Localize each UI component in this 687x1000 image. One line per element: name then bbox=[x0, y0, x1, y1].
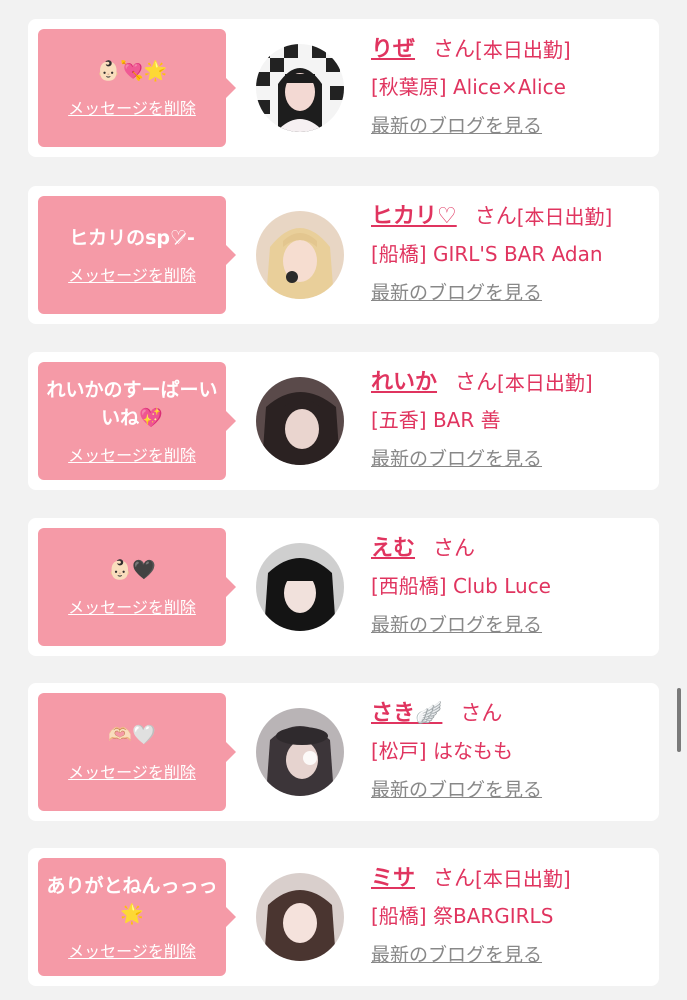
message-text: 🫶🏻🤍 bbox=[108, 724, 156, 746]
avatar[interactable] bbox=[256, 873, 344, 961]
cast-name-link[interactable]: えむ bbox=[371, 530, 415, 562]
working-today-badge: [本日出勤] bbox=[497, 371, 593, 395]
shop-label: [船橋] 祭BARGIRLS bbox=[371, 904, 554, 928]
message-card: ありがとねんっっっ🌟 メッセージを削除 ミサ さん [本日出勤] [船橋] 祭B… bbox=[28, 848, 659, 986]
avatar[interactable] bbox=[256, 377, 344, 465]
message-bubble: 👶🏻💘🌟 メッセージを削除 bbox=[38, 29, 226, 147]
message-bubble: れいかのすーぱーいいね💖 メッセージを削除 bbox=[38, 362, 226, 480]
message-card: 👶🏻💘🌟 メッセージを削除 りぜ さん [本日出勤] [秋葉原] Alice×A… bbox=[28, 19, 659, 157]
cast-name-link[interactable]: ミサ bbox=[371, 860, 415, 892]
scrollbar[interactable] bbox=[677, 688, 681, 752]
cast-info: さき🪽 さん [松戸] はなもも 最新のブログを見る bbox=[371, 693, 651, 802]
message-bubble: 👶🏻🖤 メッセージを削除 bbox=[38, 528, 226, 646]
shop-label: [西船橋] Club Luce bbox=[371, 574, 551, 598]
avatar[interactable] bbox=[256, 543, 344, 631]
shop-label: [五香] BAR 善 bbox=[371, 408, 501, 432]
delete-message-link[interactable]: メッセージを削除 bbox=[68, 594, 196, 618]
cast-name-link[interactable]: れいか bbox=[371, 364, 437, 396]
shop-label: [秋葉原] Alice×Alice bbox=[371, 75, 566, 99]
message-bubble: ありがとねんっっっ🌟 メッセージを削除 bbox=[38, 858, 226, 976]
cast-info: えむ さん [西船橋] Club Luce 最新のブログを見る bbox=[371, 528, 651, 637]
cast-info: れいか さん [本日出勤] [五香] BAR 善 最新のブログを見る bbox=[371, 362, 651, 471]
working-today-badge: [本日出勤] bbox=[516, 205, 613, 229]
avatar[interactable] bbox=[256, 211, 344, 299]
message-text: ヒカリのsp♡̷- bbox=[69, 227, 195, 249]
latest-blog-link[interactable]: 最新のブログを見る bbox=[371, 111, 542, 138]
cast-name-link[interactable]: さき🪽 bbox=[371, 695, 442, 727]
latest-blog-link[interactable]: 最新のブログを見る bbox=[371, 610, 542, 637]
message-text: ありがとねんっっっ🌟 bbox=[46, 875, 218, 925]
honorific: さん bbox=[433, 536, 476, 560]
shop-label: [船橋] GIRL'S BAR Adan bbox=[371, 242, 603, 266]
working-today-badge: [本日出勤] bbox=[475, 38, 571, 62]
message-bubble: 🫶🏻🤍 メッセージを削除 bbox=[38, 693, 226, 811]
working-today-badge: [本日出勤] bbox=[475, 867, 571, 891]
latest-blog-link[interactable]: 最新のブログを見る bbox=[371, 444, 542, 471]
latest-blog-link[interactable]: 最新のブログを見る bbox=[371, 278, 542, 305]
cast-info: りぜ さん [本日出勤] [秋葉原] Alice×Alice 最新のブログを見る bbox=[371, 29, 651, 138]
avatar[interactable] bbox=[256, 708, 344, 796]
delete-message-link[interactable]: メッセージを削除 bbox=[68, 262, 196, 286]
cast-name-link[interactable]: りぜ bbox=[371, 31, 415, 63]
latest-blog-link[interactable]: 最新のブログを見る bbox=[371, 775, 542, 802]
honorific: さん bbox=[455, 370, 498, 394]
delete-message-link[interactable]: メッセージを削除 bbox=[68, 759, 196, 783]
shop-label: [松戸] はなもも bbox=[371, 739, 513, 763]
avatar[interactable] bbox=[256, 44, 344, 132]
honorific: さん bbox=[460, 701, 503, 725]
cast-name-link[interactable]: ヒカリ♡ bbox=[371, 198, 457, 230]
cast-info: ヒカリ♡ さん [本日出勤] [船橋] GIRL'S BAR Adan 最新のブ… bbox=[371, 196, 651, 305]
honorific: さん bbox=[474, 204, 517, 228]
message-bubble: ヒカリのsp♡̷- メッセージを削除 bbox=[38, 196, 226, 314]
message-card: ヒカリのsp♡̷- メッセージを削除 ヒカリ♡ さん [本日出勤] [船橋] G… bbox=[28, 186, 659, 324]
message-text: れいかのすーぱーいいね💖 bbox=[46, 379, 218, 429]
message-card: れいかのすーぱーいいね💖 メッセージを削除 れいか さん [本日出勤] [五香]… bbox=[28, 352, 659, 490]
message-text: 👶🏻💘🌟 bbox=[96, 60, 168, 82]
delete-message-link[interactable]: メッセージを削除 bbox=[68, 938, 196, 962]
latest-blog-link[interactable]: 最新のブログを見る bbox=[371, 940, 542, 967]
cast-info: ミサ さん [本日出勤] [船橋] 祭BARGIRLS 最新のブログを見る bbox=[371, 858, 651, 967]
message-text: 👶🏻🖤 bbox=[108, 559, 156, 581]
delete-message-link[interactable]: メッセージを削除 bbox=[68, 442, 196, 466]
honorific: さん bbox=[433, 866, 476, 890]
delete-message-link[interactable]: メッセージを削除 bbox=[68, 95, 196, 119]
honorific: さん bbox=[433, 37, 476, 61]
message-card: 👶🏻🖤 メッセージを削除 えむ さん [西船橋] Club Luce 最新のブロ… bbox=[28, 518, 659, 656]
message-card: 🫶🏻🤍 メッセージを削除 さき🪽 さん [松戸] はなもも 最新のブログを見る bbox=[28, 683, 659, 821]
